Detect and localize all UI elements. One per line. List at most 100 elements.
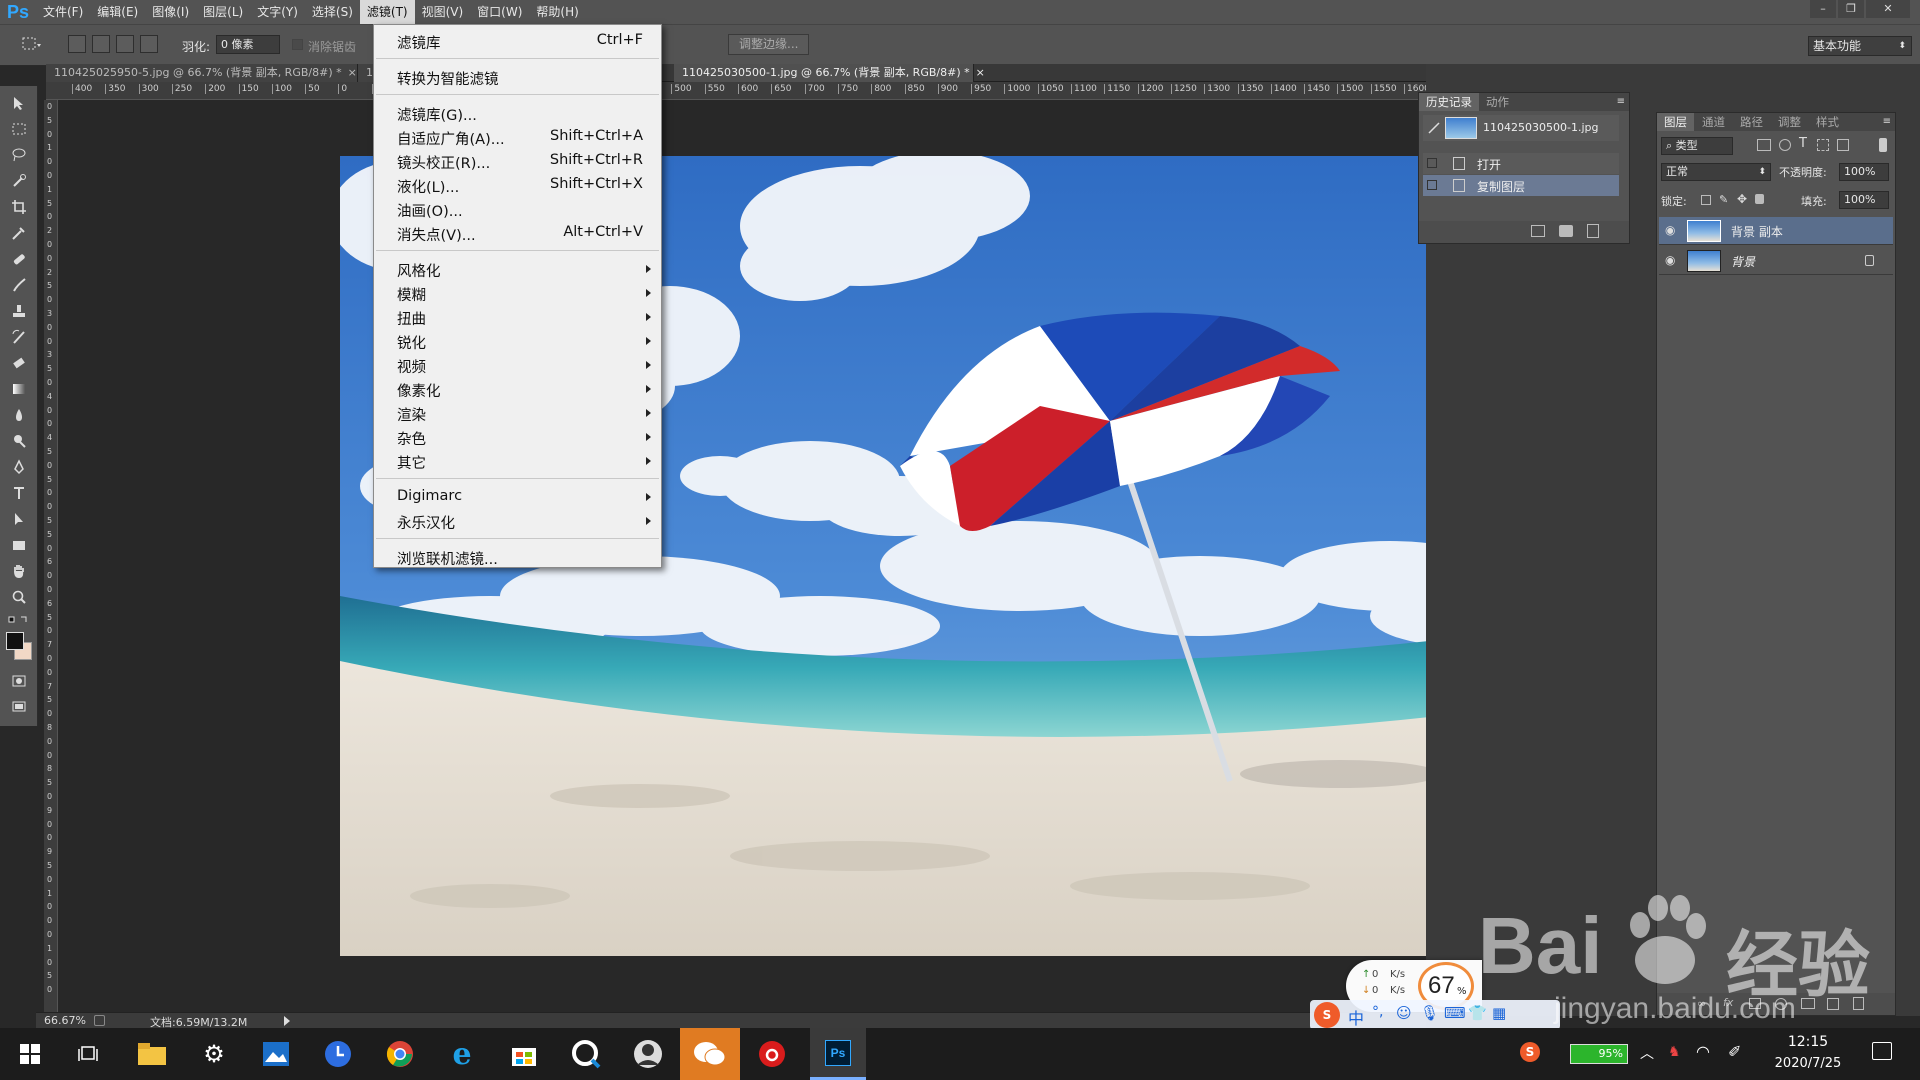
punctuation-icon[interactable]: °, [1372, 1004, 1383, 1020]
fill-input[interactable]: 100% [1839, 191, 1889, 209]
status-arrow-icon[interactable] [284, 1016, 290, 1026]
notification-center-icon[interactable] [1872, 1042, 1892, 1060]
clock-app-icon[interactable] [322, 1038, 354, 1070]
history-state[interactable]: 打开 [1423, 153, 1619, 174]
emoji-icon[interactable]: ☺ [1396, 1004, 1412, 1022]
filter-menu-item[interactable]: 杂色 [374, 425, 661, 449]
filter-toggle-icon[interactable] [1879, 138, 1887, 152]
menu-item-3[interactable]: 图层(L) [196, 0, 250, 24]
tab-actions[interactable]: 动作 [1479, 93, 1516, 111]
eyedropper-tool-icon[interactable] [6, 222, 32, 244]
lock-position-icon[interactable]: ✥ [1737, 192, 1747, 206]
workspace-select[interactable]: 基本功能 ⬍ [1808, 36, 1912, 56]
filter-menu-item[interactable]: 模糊 [374, 281, 661, 305]
menu-item-9[interactable]: 帮助(H) [529, 0, 585, 24]
feather-input[interactable]: 0 像素 [216, 35, 280, 54]
menu-item-6[interactable]: 滤镜(T) [359, 0, 415, 24]
filter-menu-item[interactable]: 油画(O)... [374, 197, 661, 221]
trash-icon[interactable] [1587, 224, 1599, 238]
tab-history[interactable]: 历史记录 [1419, 93, 1479, 111]
refine-edge-button[interactable]: 调整边缘... [728, 34, 810, 55]
user-avatar-app-icon[interactable] [632, 1038, 664, 1070]
healing-brush-tool-icon[interactable] [6, 248, 32, 270]
sogou-logo-icon[interactable]: S [1314, 1002, 1340, 1028]
close-tab-icon[interactable]: × [348, 66, 357, 79]
document-tab[interactable]: 110425030500-1.jpg @ 66.7% (背景 副本, RGB/8… [674, 64, 985, 82]
add-selection-icon[interactable] [92, 35, 110, 53]
menu-item-8[interactable]: 窗口(W) [470, 0, 529, 24]
history-brush-tool-icon[interactable] [6, 326, 32, 348]
crop-tool-icon[interactable] [6, 196, 32, 218]
blend-mode-select[interactable]: 正常 ⬍ [1661, 163, 1771, 181]
filter-menu-item[interactable]: Digimarc [374, 485, 661, 509]
menu-item-5[interactable]: 选择(S) [305, 0, 360, 24]
pen-tool-icon[interactable] [6, 456, 32, 478]
brush-tool-icon[interactable] [6, 274, 32, 296]
ime-mode-toggle[interactable]: 中 [1348, 1005, 1364, 1029]
foreground-color-swatch[interactable] [6, 632, 24, 650]
tab-paths[interactable]: 路径 [1733, 113, 1770, 131]
lasso-tool-icon[interactable] [6, 144, 32, 166]
minimize-button[interactable]: – [1810, 0, 1836, 18]
history-brush-source-icon[interactable] [1427, 121, 1441, 135]
menu-item-2[interactable]: 图像(I) [145, 0, 196, 24]
microphone-icon[interactable]: 🎙 [1420, 1004, 1439, 1022]
wifi-icon[interactable]: ◠ [1696, 1042, 1710, 1061]
quick-mask-icon[interactable] [6, 670, 32, 692]
filter-menu-item[interactable]: 锐化 [374, 329, 661, 353]
tab-channels[interactable]: 通道 [1695, 113, 1732, 131]
history-state[interactable]: 复制图层 [1423, 175, 1619, 196]
rectangle-tool-icon[interactable] [6, 534, 32, 556]
filter-menu-item[interactable]: 永乐汉化 [374, 509, 661, 533]
clone-stamp-tool-icon[interactable] [6, 300, 32, 322]
filter-menu-item[interactable]: 渲染 [374, 401, 661, 425]
filter-menu-item[interactable]: 视频 [374, 353, 661, 377]
hand-tool-icon[interactable] [6, 560, 32, 582]
tray-overflow-chevron-icon[interactable]: ︿ [1640, 1043, 1654, 1063]
search-app-icon[interactable] [570, 1038, 602, 1070]
filter-menu-item[interactable]: 镜头校正(R)... Shift+Ctrl+R [374, 149, 661, 173]
history-snapshot[interactable]: 110425030500-1.jpg [1423, 115, 1619, 141]
tab-layers[interactable]: 图层 [1657, 113, 1694, 131]
menu-item-0[interactable]: 文件(F) [36, 0, 90, 24]
document-tab[interactable]: 110425025950-5.jpg @ 66.7% (背景 副本, RGB/8… [46, 64, 358, 82]
close-tab-icon[interactable]: × [976, 66, 985, 79]
filter-menu-item[interactable]: 滤镜库 Ctrl+F [374, 29, 661, 53]
zoom-level[interactable]: 66.67% [44, 1014, 86, 1027]
battery-indicator[interactable]: 95% [1570, 1044, 1628, 1064]
visibility-eye-icon[interactable]: ◉ [1665, 253, 1675, 267]
swap-colors-icon[interactable] [6, 614, 32, 628]
pen-workspace-icon[interactable]: ✐ [1728, 1042, 1741, 1061]
layer-row[interactable]: ◉ 背景 [1659, 247, 1893, 275]
filter-menu-item[interactable]: 转换为智能滤镜 [374, 65, 661, 89]
type-tool-icon[interactable] [6, 482, 32, 504]
close-window-button[interactable]: ✕ [1866, 0, 1910, 18]
tab-adjustments[interactable]: 调整 [1771, 113, 1808, 131]
move-tool-icon[interactable] [6, 92, 32, 114]
lock-all-icon[interactable] [1755, 194, 1764, 204]
lock-transparent-icon[interactable] [1701, 195, 1711, 205]
filter-menu-item[interactable]: 滤镜库(G)... [374, 101, 661, 125]
clock-date[interactable]: 2020/7/25 [1768, 1056, 1848, 1071]
filter-menu-item[interactable]: 自适应广角(A)... Shift+Ctrl+A [374, 125, 661, 149]
status-options-icon[interactable] [94, 1015, 105, 1026]
filter-shape-icon[interactable] [1817, 139, 1829, 151]
filter-menu-item[interactable]: 浏览联机滤镜... [374, 545, 661, 569]
screen-mode-icon[interactable] [6, 696, 32, 718]
clock-time[interactable]: 12:15 [1768, 1034, 1848, 1050]
blur-tool-icon[interactable] [6, 404, 32, 426]
filter-menu-item[interactable]: 液化(L)... Shift+Ctrl+X [374, 173, 661, 197]
internet-explorer-icon[interactable]: e [446, 1037, 478, 1072]
chrome-icon[interactable] [384, 1038, 416, 1070]
tab-styles[interactable]: 样式 [1809, 113, 1846, 131]
camera-icon[interactable] [1559, 225, 1573, 237]
qq-tray-icon[interactable]: ♞ [1668, 1044, 1681, 1060]
intersect-selection-icon[interactable] [140, 35, 158, 53]
zoom-tool-icon[interactable] [6, 586, 32, 608]
file-explorer-icon[interactable] [136, 1038, 168, 1070]
filter-menu-item[interactable]: 像素化 [374, 377, 661, 401]
antialias-checkbox[interactable] [292, 39, 303, 50]
subtract-selection-icon[interactable] [116, 35, 134, 53]
visibility-eye-icon[interactable]: ◉ [1665, 223, 1675, 237]
gradient-tool-icon[interactable] [6, 378, 32, 400]
